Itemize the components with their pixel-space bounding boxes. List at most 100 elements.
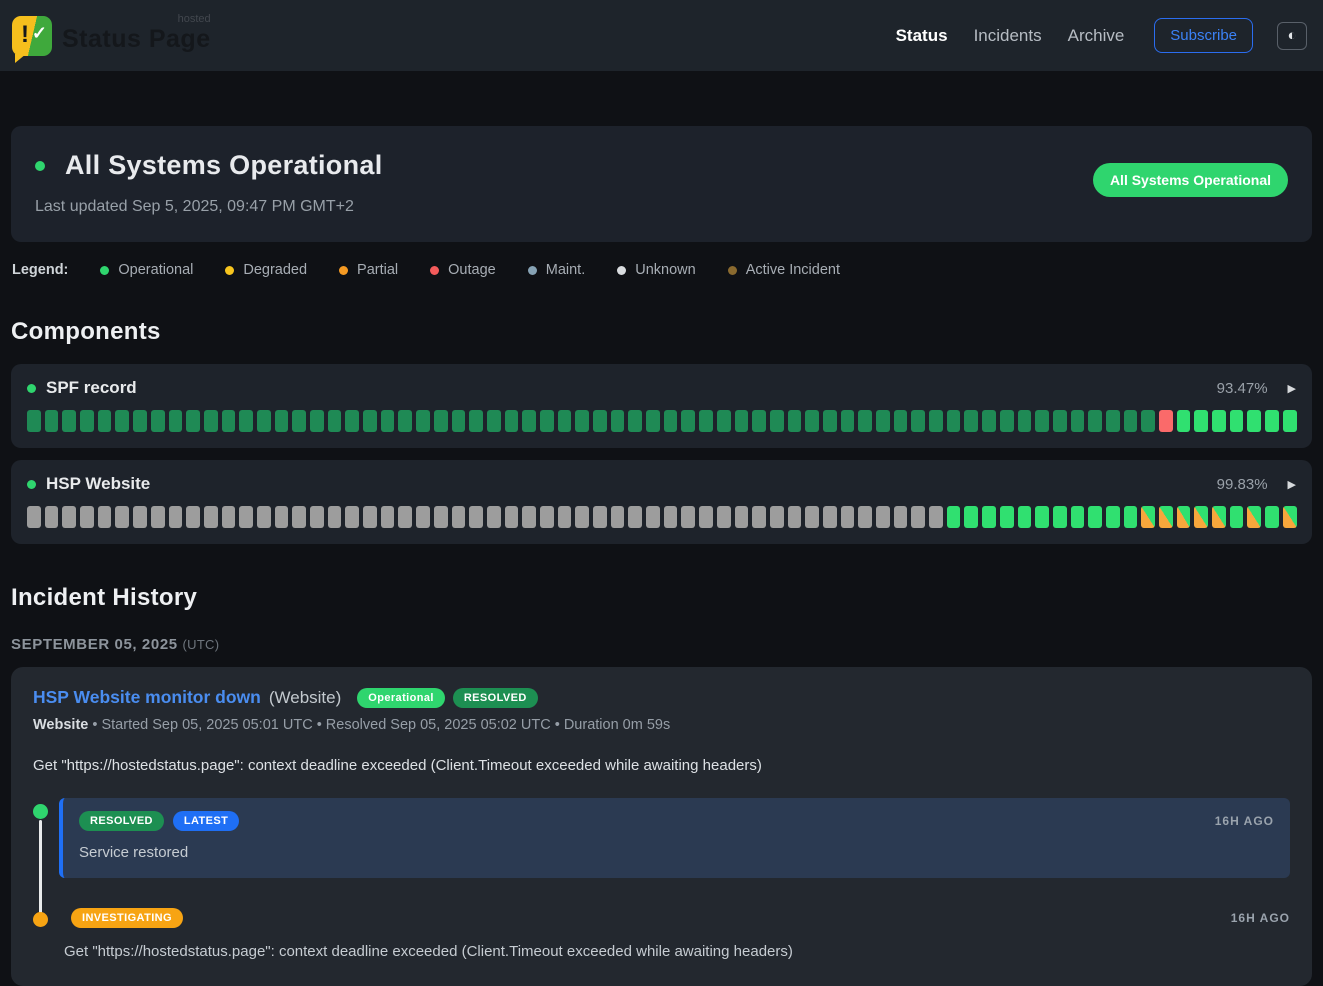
uptime-bar[interactable] [611, 506, 625, 528]
uptime-bar[interactable] [434, 506, 448, 528]
uptime-bar[interactable] [982, 506, 996, 528]
uptime-bar[interactable] [1088, 410, 1102, 432]
uptime-bar[interactable] [398, 410, 412, 432]
uptime-bar[interactable] [664, 410, 678, 432]
uptime-bar[interactable] [222, 506, 236, 528]
uptime-bar[interactable] [1230, 410, 1244, 432]
uptime-bar[interactable] [1000, 506, 1014, 528]
uptime-bar[interactable] [505, 410, 519, 432]
component-row[interactable]: SPF record [27, 378, 1217, 398]
uptime-bar[interactable] [169, 506, 183, 528]
uptime-bar[interactable] [505, 506, 519, 528]
uptime-bar[interactable] [416, 506, 430, 528]
uptime-bar[interactable] [45, 410, 59, 432]
uptime-bar[interactable] [894, 410, 908, 432]
uptime-bar[interactable] [646, 410, 660, 432]
uptime-bar[interactable] [1159, 506, 1173, 528]
uptime-bar[interactable] [770, 410, 784, 432]
uptime-bar[interactable] [805, 410, 819, 432]
uptime-bar[interactable] [681, 506, 695, 528]
uptime-bar[interactable] [469, 410, 483, 432]
uptime-bar[interactable] [947, 506, 961, 528]
uptime-bar[interactable] [611, 410, 625, 432]
uptime-bar[interactable] [717, 506, 731, 528]
uptime-bar[interactable] [1053, 506, 1067, 528]
uptime-bar[interactable] [1088, 506, 1102, 528]
uptime-bar[interactable] [540, 506, 554, 528]
incident-title-link[interactable]: HSP Website monitor down [33, 687, 261, 708]
uptime-bar[interactable] [452, 506, 466, 528]
uptime-bar[interactable] [416, 410, 430, 432]
uptime-bar[interactable] [823, 506, 837, 528]
uptime-bar[interactable] [894, 506, 908, 528]
uptime-bar[interactable] [575, 410, 589, 432]
uptime-bar[interactable] [345, 410, 359, 432]
uptime-bar[interactable] [1018, 506, 1032, 528]
uptime-bar[interactable] [27, 410, 41, 432]
uptime-bar[interactable] [522, 506, 536, 528]
uptime-bar[interactable] [381, 506, 395, 528]
uptime-bar[interactable] [204, 410, 218, 432]
uptime-bar[interactable] [151, 410, 165, 432]
subscribe-button[interactable]: Subscribe [1154, 18, 1253, 53]
uptime-bar[interactable] [699, 410, 713, 432]
uptime-bar[interactable] [115, 506, 129, 528]
uptime-bar[interactable] [292, 506, 306, 528]
uptime-bar[interactable] [98, 506, 112, 528]
uptime-bar[interactable] [1212, 410, 1226, 432]
component-row[interactable]: HSP Website [27, 474, 1217, 494]
uptime-bar[interactable] [80, 410, 94, 432]
uptime-bar[interactable] [858, 506, 872, 528]
uptime-bar[interactable] [204, 506, 218, 528]
nav-archive[interactable]: Archive [1068, 26, 1125, 46]
expand-arrow-icon[interactable]: ▶ [1288, 382, 1296, 395]
uptime-bar[interactable] [363, 410, 377, 432]
uptime-bar[interactable] [558, 410, 572, 432]
uptime-bar[interactable] [151, 506, 165, 528]
uptime-bar[interactable] [80, 506, 94, 528]
uptime-bar[interactable] [1053, 410, 1067, 432]
uptime-bar[interactable] [664, 506, 678, 528]
uptime-bar[interactable] [805, 506, 819, 528]
uptime-bar[interactable] [1177, 410, 1191, 432]
theme-toggle-button[interactable]: ◐ [1277, 22, 1307, 50]
uptime-bar[interactable] [735, 506, 749, 528]
uptime-bar[interactable] [27, 506, 41, 528]
uptime-bar[interactable] [469, 506, 483, 528]
uptime-bar[interactable] [1159, 410, 1173, 432]
uptime-bar[interactable] [169, 410, 183, 432]
uptime-bar[interactable] [186, 410, 200, 432]
uptime-bar[interactable] [522, 410, 536, 432]
uptime-bar[interactable] [929, 410, 943, 432]
uptime-bar[interactable] [735, 410, 749, 432]
uptime-bar[interactable] [1035, 506, 1049, 528]
uptime-bar[interactable] [540, 410, 554, 432]
uptime-bar[interactable] [328, 506, 342, 528]
uptime-bar[interactable] [841, 410, 855, 432]
uptime-bar[interactable] [1247, 506, 1261, 528]
uptime-bar[interactable] [911, 410, 925, 432]
uptime-bar[interactable] [239, 506, 253, 528]
uptime-bar[interactable] [929, 506, 943, 528]
uptime-bar[interactable] [257, 410, 271, 432]
uptime-bar[interactable] [452, 410, 466, 432]
uptime-bar[interactable] [841, 506, 855, 528]
uptime-bar[interactable] [1141, 506, 1155, 528]
uptime-bar[interactable] [275, 506, 289, 528]
uptime-bar[interactable] [328, 410, 342, 432]
uptime-bar[interactable] [788, 410, 802, 432]
uptime-bar[interactable] [823, 410, 837, 432]
uptime-bar[interactable] [1071, 410, 1085, 432]
uptime-bar[interactable] [593, 506, 607, 528]
uptime-bar[interactable] [1177, 506, 1191, 528]
uptime-bar[interactable] [717, 410, 731, 432]
uptime-bar[interactable] [1212, 506, 1226, 528]
uptime-bar[interactable] [1071, 506, 1085, 528]
uptime-bar[interactable] [1106, 506, 1120, 528]
nav-status[interactable]: Status [896, 26, 948, 46]
uptime-bar[interactable] [133, 410, 147, 432]
uptime-bar[interactable] [876, 506, 890, 528]
uptime-bar[interactable] [1000, 410, 1014, 432]
uptime-bar[interactable] [558, 506, 572, 528]
uptime-bar[interactable] [257, 506, 271, 528]
